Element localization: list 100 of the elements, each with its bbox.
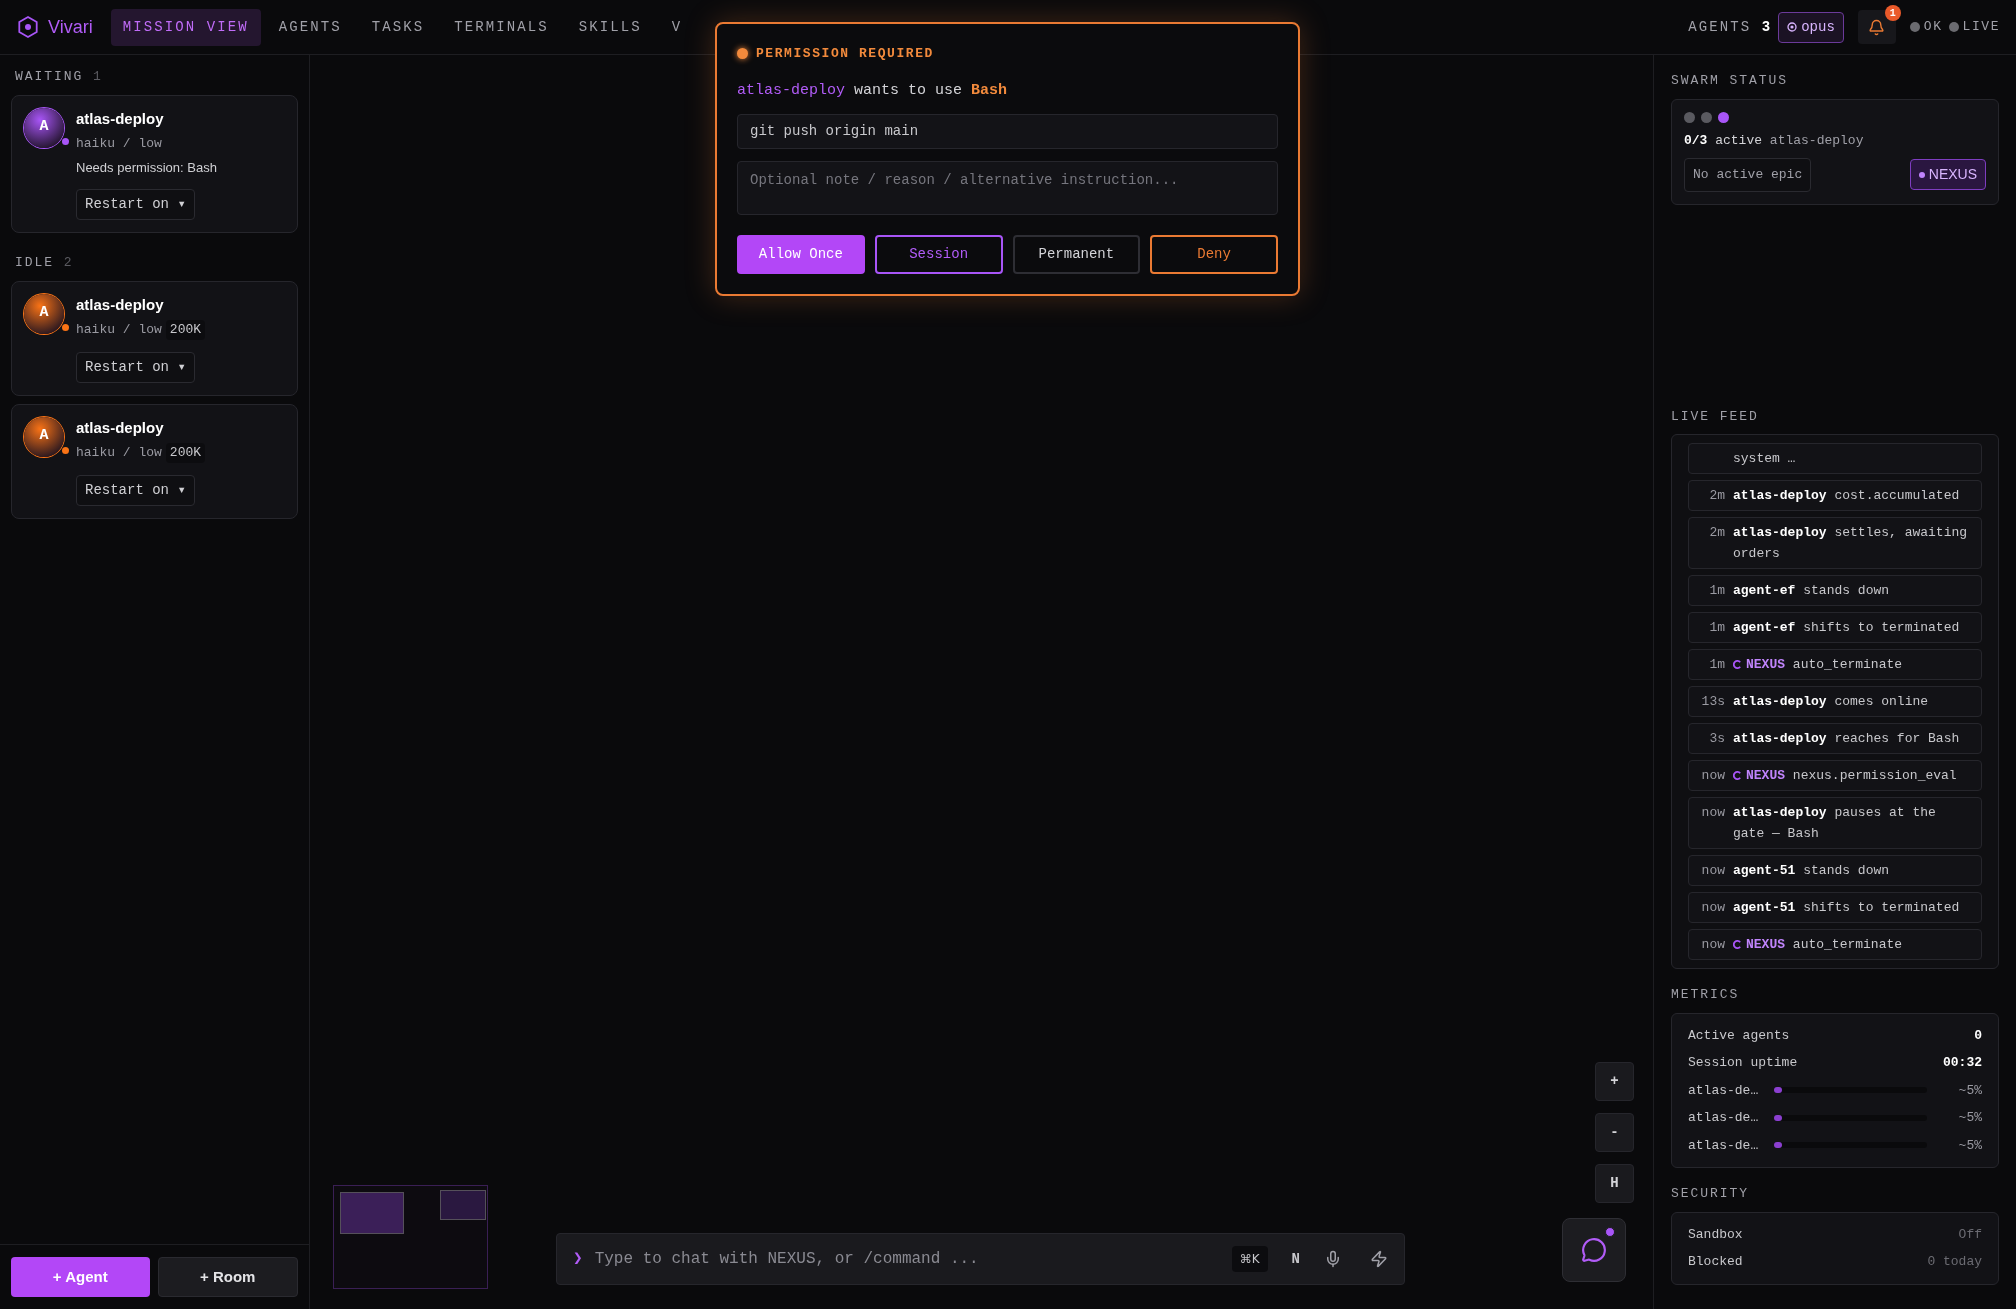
shortcut-key: ⌘K [1231, 1246, 1268, 1272]
usage-label: atlas-de… [1688, 1081, 1760, 1100]
usage-label: atlas-de… [1688, 1109, 1760, 1127]
add-room-button[interactable]: + Room [157, 1257, 298, 1297]
permission-action-button[interactable]: Deny [1150, 235, 1278, 274]
status-label: OK [1923, 18, 1943, 37]
target-icon [1787, 22, 1798, 32]
agent-model: haiku / low [76, 444, 162, 462]
agent-model: haiku / low [76, 135, 162, 153]
microphone-icon[interactable] [1324, 1250, 1342, 1268]
feed-time: now [1701, 862, 1725, 880]
security-label: Blocked [1688, 1253, 1743, 1271]
usage-reading: ~5% [1958, 1109, 1982, 1127]
command-field: git push origin main [737, 114, 1278, 149]
usage-reading: ~5% [1958, 1081, 1982, 1100]
feed-time: now [1701, 767, 1725, 785]
section-title: METRICS [1671, 986, 1741, 1004]
chat-field[interactable]: Type to chat with NEXUS, or /command ... [594, 1247, 1220, 1271]
bell-icon [1868, 18, 1886, 36]
section-title: LIVE FEED [1671, 407, 1760, 426]
feed-time: 2m [1709, 524, 1725, 542]
nav-tab[interactable]: MISSION VIEW [110, 8, 261, 46]
feed-text: NEXUS auto_terminate [1746, 936, 1903, 954]
metric-value: 00:32 [1943, 1054, 1982, 1072]
feed-text: NEXUS auto_terminate [1746, 656, 1903, 674]
avatar-icon: A [24, 416, 64, 457]
notifications-button[interactable] [1857, 10, 1896, 44]
section-title: SWARM STATUS [1671, 72, 1789, 90]
nexus-badge: NEXUS [1909, 159, 1986, 191]
group-title: WAITING 1 [14, 68, 104, 86]
agent-card[interactable]: A atlas-deploy haiku / low Needs permission: Bash Restart on ▾ [11, 94, 298, 233]
mode-button[interactable]: N [1279, 1248, 1312, 1270]
feed-time: 1m [1709, 619, 1725, 637]
group-title: IDLE 2 [14, 254, 75, 272]
zoom-button[interactable]: H [1595, 1164, 1634, 1203]
restart-dropdown[interactable]: Restart on ▾ [76, 474, 195, 506]
minimap-node [340, 1192, 404, 1234]
agent-card[interactable]: A atlas-deploy haiku / low 200K Restart on ▾ [11, 403, 298, 519]
lightning-icon[interactable] [1370, 1250, 1388, 1268]
permission-action-button[interactable]: Allow Once [737, 235, 865, 274]
epic-badge: No active epic [1684, 158, 1812, 192]
chat-input[interactable]: ❯ Type to chat with NEXUS, or /command ... ⌘K N [556, 1233, 1405, 1285]
feed-text: atlas-deploy settles, awaiting orders [1733, 524, 1969, 563]
metric-value: 0 [1974, 1026, 1982, 1045]
feed-time: 2m [1709, 487, 1725, 505]
hexagon-logo-icon [16, 15, 40, 39]
feed-time: now [1701, 804, 1725, 822]
feed-text: system … [1733, 450, 1796, 468]
feed-text: agent-ef stands down [1733, 582, 1890, 600]
security-label: Sandbox [1688, 1225, 1743, 1244]
zoom-button[interactable]: + [1595, 1062, 1634, 1101]
restart-dropdown[interactable]: Restart on ▾ [76, 189, 195, 220]
dialog-title: PERMISSION REQUIRED [756, 45, 934, 63]
agent-name: atlas-deploy [76, 417, 164, 438]
agent-name: atlas-deploy [76, 294, 164, 315]
feed-text: atlas-deploy reaches for Bash [1733, 730, 1960, 748]
metric-label: Active agents [1688, 1026, 1790, 1045]
feed-text: atlas-deploy comes online [1733, 693, 1929, 711]
security-value: 0 today [1927, 1253, 1982, 1271]
prompt-icon: ❯ [573, 1247, 583, 1271]
feed-time: 1m [1709, 656, 1725, 674]
nav-tab[interactable]: V [659, 8, 695, 46]
agents-count: AGENTS 3 [1688, 17, 1773, 37]
avatar-icon: A [24, 107, 64, 148]
restart-dropdown[interactable]: Restart on ▾ [76, 351, 195, 383]
feed-text: agent-ef shifts to terminated [1733, 619, 1960, 637]
brand-name: Vivari [48, 15, 93, 39]
swarm-summary: 0/3 active atlas-deploy [1684, 131, 1865, 150]
feed-text: agent-51 shifts to terminated [1733, 899, 1960, 917]
feed-time: 13s [1701, 693, 1725, 711]
nav-tab[interactable]: TASKS [359, 8, 437, 46]
feed-text: atlas-deploy pauses at the gate — Bash [1733, 804, 1937, 843]
section-title: SECURITY [1671, 1185, 1750, 1203]
nav-tab[interactable]: SKILLS [566, 8, 654, 46]
token-badge: 200K [165, 443, 206, 463]
agent-card[interactable]: A atlas-deploy haiku / low 200K Restart on ▾ [11, 280, 298, 396]
permission-action-button[interactable]: Session [874, 235, 1003, 274]
note-field[interactable]: Optional note / reason / alternative instruction... [737, 161, 1278, 215]
nexus-icon [1733, 940, 1742, 949]
avatar-icon: A [24, 293, 64, 334]
zoom-button[interactable]: - [1595, 1113, 1634, 1152]
minimap[interactable] [333, 1185, 488, 1289]
nexus-icon [1733, 660, 1742, 669]
permission-action-button[interactable]: Permanent [1012, 235, 1141, 274]
add-agent-button[interactable]: + Agent [11, 1257, 150, 1297]
chat-bubble-button[interactable] [1562, 1218, 1626, 1282]
model-pill[interactable]: opus [1778, 11, 1844, 43]
agent-note: Needs permission: Bash [76, 158, 217, 177]
feed-text: agent-51 stands down [1733, 862, 1890, 880]
permission-message: atlas-deploy wants to use Bash [737, 80, 1009, 101]
notification-badge: 1 [1884, 5, 1901, 21]
usage-label: atlas-de… [1688, 1136, 1760, 1155]
feed-time: 1m [1709, 582, 1725, 600]
token-badge: 200K [165, 320, 206, 340]
chat-icon [1581, 1237, 1607, 1263]
feed-time: now [1701, 899, 1725, 917]
feed-time: now [1701, 936, 1725, 954]
nav-tab[interactable]: AGENTS [266, 8, 354, 46]
nav-tab[interactable]: TERMINALS [442, 8, 561, 46]
feed-time: 3s [1709, 730, 1725, 748]
